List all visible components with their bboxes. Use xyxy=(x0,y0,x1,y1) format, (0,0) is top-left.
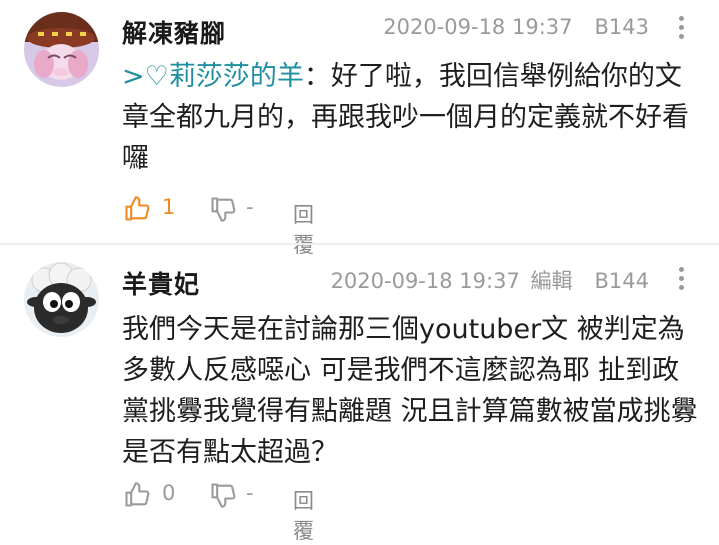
more-vertical-icon[interactable] xyxy=(679,16,685,43)
avatar[interactable] xyxy=(24,262,99,337)
comment-text: 我們今天是在討論那三個youtuber文 被判定為多數人反感噁心 可是我們不這麼… xyxy=(122,314,698,468)
dislike-count: - xyxy=(246,195,254,219)
thumbs-up-icon[interactable] xyxy=(123,481,151,514)
comment-text: >♡莉莎莎的羊：好了啦，我回信舉例給你的文章全都九月的，再跟我吵一個月的定義就不… xyxy=(122,56,702,179)
avatar[interactable] xyxy=(24,12,99,87)
reply-mention-link[interactable]: >♡莉莎莎的羊 xyxy=(122,61,304,92)
comment-divider xyxy=(0,243,719,245)
dislike-count: - xyxy=(246,481,254,505)
reply-button[interactable]: 回覆 xyxy=(293,485,314,545)
edited-label: 編輯 xyxy=(530,269,573,293)
comment-meta: 2020-09-18 19:37 編輯 B144 xyxy=(331,265,649,295)
comment-b144: 羊貴妃 2020-09-18 19:37 編輯 B144 我們今天是在討論那三個y… xyxy=(0,246,719,543)
floor-number[interactable]: B143 xyxy=(595,15,650,39)
like-count: 1 xyxy=(162,195,176,219)
floor-number[interactable]: B144 xyxy=(595,269,650,293)
like-count: 0 xyxy=(162,481,176,505)
avatar-image xyxy=(24,12,99,87)
thumbs-up-icon[interactable] xyxy=(123,195,151,228)
timestamp: 2020-09-18 19:37 xyxy=(330,269,520,293)
username[interactable]: 解凍豬腳 xyxy=(122,14,226,50)
thumbs-down-icon[interactable] xyxy=(209,481,237,514)
comment-meta: 2020-09-18 19:37 B143 xyxy=(383,15,649,39)
username[interactable]: 羊貴妃 xyxy=(122,265,200,301)
timestamp: 2020-09-18 19:37 xyxy=(383,15,573,39)
avatar-image xyxy=(24,262,99,337)
thumbs-down-icon[interactable] xyxy=(209,195,237,228)
more-vertical-icon[interactable] xyxy=(679,267,685,294)
comment-b143: 解凍豬腳 2020-09-18 19:37 B143 >♡莉莎莎的羊：好了啦，我回… xyxy=(0,0,719,257)
